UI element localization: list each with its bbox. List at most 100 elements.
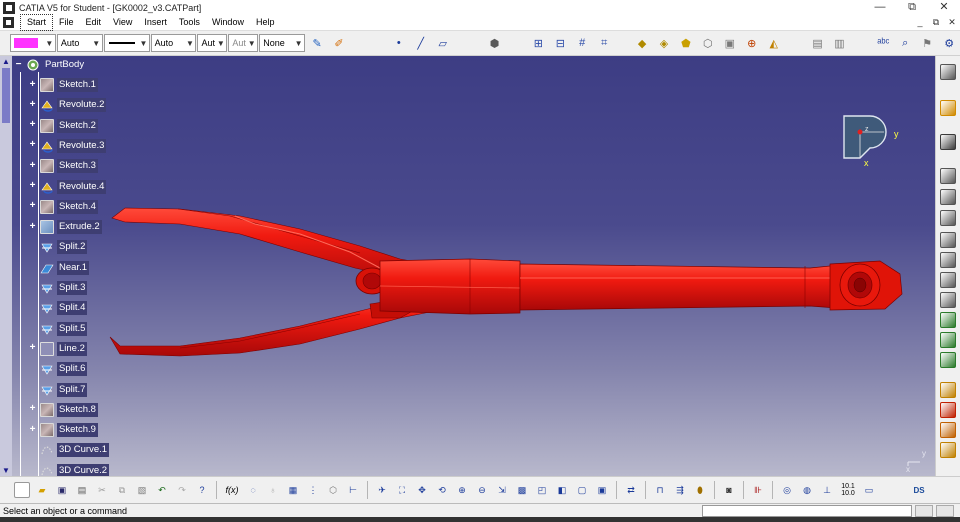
tree-node-label[interactable]: Extrude.2 (57, 220, 102, 235)
tree-node[interactable]: + Sketch.4 (28, 199, 98, 215)
expand-icon[interactable]: + (28, 404, 37, 414)
tree-node[interactable]: Split.7 (28, 382, 88, 398)
linetype-combo[interactable]: ▼ (103, 34, 150, 52)
swap-space-icon[interactable]: ▥ (831, 34, 849, 52)
close-button[interactable]: ✕ (928, 0, 960, 15)
tree-node[interactable]: + Sketch.1 (28, 77, 98, 93)
tree-node[interactable]: Split.3 (28, 280, 88, 296)
tree-node-label[interactable]: Revolute.3 (57, 138, 107, 153)
part-design-icon[interactable]: ⬢ (486, 34, 504, 52)
menu-edit[interactable]: Edit (80, 15, 108, 30)
fly-mode-icon[interactable]: ✈ (374, 482, 390, 498)
tree-node[interactable]: Split.6 (28, 361, 88, 377)
tree-node[interactable]: + Extrude.2 (28, 219, 102, 235)
measure-item-icon[interactable]: ⊟ (551, 34, 569, 52)
menu-help[interactable]: Help (250, 15, 281, 30)
view-icon[interactable]: ▣ (721, 34, 739, 52)
thickness-tool-icon[interactable] (940, 402, 956, 418)
point-icon[interactable]: • (390, 34, 408, 52)
tree-node[interactable]: + Revolute.4 (28, 179, 107, 195)
restore-button[interactable]: ⧉ (896, 0, 928, 15)
settings-gear-icon[interactable] (940, 64, 956, 80)
cylinder-icon[interactable]: ⬮ (692, 482, 708, 498)
line-icon[interactable]: ╱ (412, 34, 430, 52)
expand-icon[interactable]: + (28, 424, 37, 435)
tree-node-label[interactable]: Split.6 (57, 362, 88, 377)
tree-node[interactable]: 3D Curve.2 (28, 463, 110, 476)
tree-node-label[interactable]: Split.5 (57, 321, 88, 336)
command-input[interactable] (702, 505, 912, 517)
animate-icon[interactable]: ◍ (799, 482, 815, 498)
expand-icon[interactable]: + (28, 221, 37, 232)
tree-node[interactable]: 3D Curve.1 (28, 442, 110, 458)
shell-tool-icon[interactable] (940, 382, 956, 398)
tree-node[interactable]: Split.2 (28, 239, 88, 255)
compass-widget[interactable]: z y x (840, 114, 900, 169)
spell-check-icon[interactable]: ᵃᵇᶜ (874, 34, 892, 52)
color-combo[interactable]: ▼ (10, 34, 56, 52)
tree-node[interactable]: + Revolute.2 (28, 97, 107, 113)
tree-node-label[interactable]: Revolute.2 (57, 98, 107, 113)
thread-icon[interactable] (940, 422, 956, 438)
translate-icon[interactable]: ⇶ (672, 482, 688, 498)
hide-show-icon[interactable]: ▤ (809, 34, 827, 52)
tree-node-label[interactable]: Near.1 (57, 260, 89, 275)
point-combo[interactable]: Aut ▼ (197, 34, 228, 52)
menu-file[interactable]: File (53, 15, 80, 30)
tree-node[interactable]: Near.1 (28, 260, 89, 276)
expand-icon[interactable]: + (28, 140, 37, 150)
menu-start[interactable]: Start (20, 14, 54, 31)
painter-icon[interactable]: ✎ (308, 34, 326, 52)
camera-icon[interactable]: ◙ (721, 482, 737, 498)
macro-icon[interactable]: ⋮ (305, 482, 321, 498)
expand-icon[interactable]: + (28, 120, 37, 130)
tree-node-label[interactable]: Revolute.4 (57, 179, 107, 194)
hole-icon[interactable]: ⊓ (652, 482, 668, 498)
rotate-icon[interactable]: ⟲ (434, 482, 450, 498)
pad-icon[interactable] (940, 168, 956, 184)
tree-node[interactable]: Split.4 (28, 300, 88, 316)
light-icon[interactable]: ♁ (265, 482, 281, 498)
3d-viewport[interactable]: ▲ ▼ − PartBody + Sketch.1 + Revolute.2 +… (0, 56, 935, 476)
edges-icon[interactable]: ⬟ (677, 34, 695, 52)
update-icon[interactable]: ⇄ (623, 482, 639, 498)
shading-icon[interactable]: ◆ (633, 34, 651, 52)
document-icon[interactable] (3, 17, 14, 28)
multi-view-icon[interactable]: ▩ (514, 482, 530, 498)
whats-this-icon[interactable]: ? (194, 482, 210, 498)
doc-restore-button[interactable]: ⧉ (928, 17, 944, 28)
tree-node-label[interactable]: Split.7 (57, 382, 88, 397)
tree-node-label[interactable]: Sketch.8 (57, 402, 98, 417)
paste-icon[interactable]: ▧ (134, 482, 150, 498)
hide-icon[interactable]: ▢ (574, 482, 590, 498)
measure-icon[interactable]: ⊞ (529, 34, 547, 52)
chamfer-icon[interactable] (940, 332, 956, 348)
cut-icon[interactable]: ✂ (94, 482, 110, 498)
redo-icon[interactable]: ↷ (174, 482, 190, 498)
target-icon[interactable]: ⊕ (743, 34, 761, 52)
tree-expand-icon[interactable]: ⊢ (345, 482, 361, 498)
doc-minimize-button[interactable]: _ (912, 17, 928, 28)
fit-all-in-icon[interactable]: ⛶ (394, 482, 410, 498)
undo-icon[interactable]: ↶ (154, 482, 170, 498)
save-icon[interactable]: ▣ (54, 482, 70, 498)
wireframe-icon[interactable]: ⬡ (699, 34, 717, 52)
new-file-icon[interactable] (14, 482, 30, 498)
expand-icon[interactable]: + (28, 99, 37, 110)
specification-tree[interactable]: − PartBody + Sketch.1 + Revolute.2 + Sketch.2… (14, 56, 154, 476)
tree-node[interactable]: + Sketch.2 (28, 118, 98, 134)
tree-label-partbody[interactable]: PartBody (43, 58, 86, 72)
expand-icon[interactable]: + (28, 201, 37, 211)
command-ok-button[interactable] (915, 505, 933, 517)
tree-node-label[interactable]: 3D Curve.2 (57, 463, 110, 476)
table-icon[interactable]: ▦ (285, 482, 301, 498)
tree-node-label[interactable]: Sketch.3 (57, 159, 98, 174)
tree-node-label[interactable]: Sketch.4 (57, 199, 98, 214)
flag-note-icon[interactable]: ⚑ (918, 34, 936, 52)
tree-node[interactable]: + Sketch.8 (28, 402, 98, 418)
catalog-icon[interactable]: ⬡ (325, 482, 341, 498)
annotation-icon[interactable]: ⌕ (896, 34, 914, 52)
groove-icon[interactable] (940, 232, 956, 248)
tree-node[interactable]: + Line.2 (28, 341, 87, 357)
tree-node-label[interactable]: Sketch.2 (57, 118, 98, 133)
